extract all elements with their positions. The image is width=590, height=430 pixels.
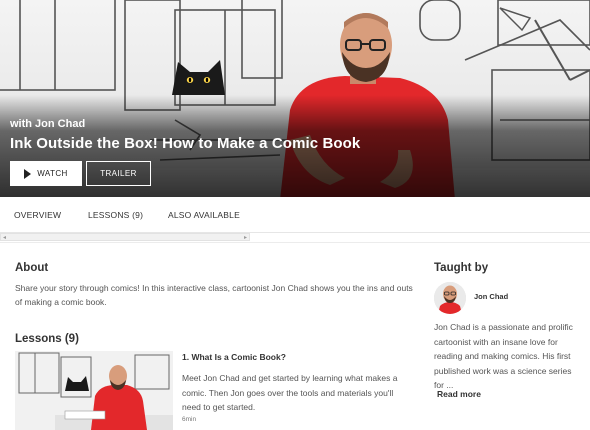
section-divider <box>0 242 590 243</box>
about-text: Share your story through comics! In this… <box>15 283 413 307</box>
instructor-line: with Jon Chad <box>10 118 86 130</box>
class-title: Ink Outside the Box! How to Make a Comic… <box>10 135 361 152</box>
lesson-thumbnail[interactable] <box>15 351 173 430</box>
teacher-name[interactable]: Jon Chad <box>474 292 508 301</box>
trailer-button[interactable]: TRAILER <box>86 161 151 186</box>
tab-overview[interactable]: OVERVIEW <box>14 210 61 220</box>
lesson-description: Meet Jon Chad and get started by learnin… <box>182 373 398 412</box>
play-icon <box>24 168 32 179</box>
taught-by-heading: Taught by <box>434 262 489 274</box>
chevron-right-icon[interactable]: ▸ <box>244 234 247 241</box>
watch-button-label: WATCH <box>37 169 68 178</box>
lesson-duration: 6min <box>182 416 197 423</box>
avatar-image <box>434 282 466 314</box>
watch-button[interactable]: WATCH <box>10 161 82 186</box>
horizontal-scrollbar[interactable]: ◂ ▸ <box>0 233 250 241</box>
tab-also-available[interactable]: ALSO AVAILABLE <box>168 210 240 220</box>
avatar[interactable] <box>434 282 466 314</box>
chevron-left-icon[interactable]: ◂ <box>3 234 6 241</box>
tab-lessons[interactable]: LESSONS (9) <box>88 210 143 220</box>
teacher-bio: Jon Chad is a passionate and prolific ca… <box>434 322 573 390</box>
read-more-link[interactable]: Read more <box>437 389 481 399</box>
lesson-thumbnail-image <box>15 351 173 430</box>
hero-banner: with Jon Chad Ink Outside the Box! How t… <box>0 0 590 197</box>
lesson-title[interactable]: 1. What Is a Comic Book? <box>182 352 286 362</box>
lessons-heading: Lessons (9) <box>15 333 79 345</box>
tab-bar: OVERVIEW LESSONS (9) ALSO AVAILABLE <box>0 197 590 233</box>
trailer-button-label: TRAILER <box>100 169 137 178</box>
about-heading: About <box>15 262 49 274</box>
